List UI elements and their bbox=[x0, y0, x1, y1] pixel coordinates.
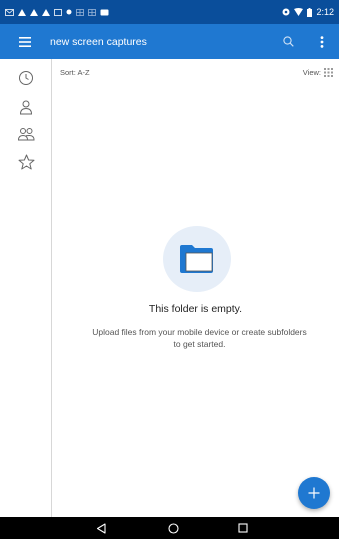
back-button[interactable] bbox=[86, 517, 116, 539]
warning-icon bbox=[30, 8, 38, 16]
add-button[interactable] bbox=[298, 477, 330, 509]
status-notifications bbox=[5, 8, 109, 16]
sort-view-bar: Sort: A-Z View: bbox=[60, 68, 333, 82]
settings-icon bbox=[282, 8, 290, 16]
warning-icon bbox=[42, 8, 50, 16]
cast-icon bbox=[54, 8, 62, 16]
view-label: View: bbox=[302, 68, 321, 77]
warning-icon bbox=[18, 8, 26, 16]
home-icon bbox=[167, 522, 179, 534]
recents-button[interactable] bbox=[228, 517, 258, 539]
recents-icon bbox=[238, 523, 248, 533]
wifi-icon bbox=[294, 8, 304, 16]
view-toggle[interactable]: View: bbox=[303, 68, 333, 77]
status-bar: 2:12 bbox=[0, 0, 339, 24]
sort-button[interactable]: Sort: A-Z bbox=[60, 68, 90, 77]
grid-icon bbox=[88, 8, 96, 16]
rail-item-shared[interactable] bbox=[14, 122, 38, 146]
battery-icon bbox=[307, 7, 313, 17]
empty-folder-illustration bbox=[163, 226, 231, 292]
star-icon bbox=[18, 154, 34, 170]
menu-button[interactable] bbox=[0, 24, 50, 59]
empty-subtitle: Upload files from your mobile device or … bbox=[60, 326, 339, 350]
home-button[interactable] bbox=[158, 517, 188, 539]
mail-icon bbox=[5, 8, 14, 16]
dot-icon bbox=[66, 9, 72, 15]
rail-item-recent[interactable] bbox=[14, 66, 38, 90]
photo-icon bbox=[100, 9, 109, 16]
folder-icon bbox=[180, 245, 213, 273]
page-title: new screen captures bbox=[50, 35, 147, 48]
shared-icon bbox=[17, 128, 35, 141]
menu-icon bbox=[19, 36, 31, 47]
empty-subtitle-line-2: to get started. bbox=[173, 339, 226, 349]
rail-item-favorites[interactable] bbox=[14, 150, 38, 174]
empty-title: This folder is empty. bbox=[148, 303, 243, 315]
grid-view-icon bbox=[324, 68, 333, 77]
more-vertical-icon bbox=[320, 35, 324, 48]
search-icon bbox=[282, 36, 294, 47]
person-icon bbox=[19, 100, 33, 115]
left-rail bbox=[0, 59, 52, 517]
plus-icon bbox=[308, 487, 320, 499]
search-button[interactable] bbox=[271, 24, 305, 59]
more-options-button[interactable] bbox=[305, 24, 339, 59]
recent-icon bbox=[19, 71, 33, 85]
rail-item-personal[interactable] bbox=[14, 95, 38, 119]
grid-icon bbox=[76, 8, 84, 16]
app-bar: new screen captures bbox=[0, 24, 339, 59]
back-icon bbox=[96, 522, 106, 534]
status-time: 2:12 bbox=[316, 7, 334, 17]
system-nav-bar bbox=[0, 517, 339, 539]
status-system: 2:12 bbox=[282, 7, 334, 17]
empty-subtitle-line-1: Upload files from your mobile device or … bbox=[92, 327, 307, 337]
